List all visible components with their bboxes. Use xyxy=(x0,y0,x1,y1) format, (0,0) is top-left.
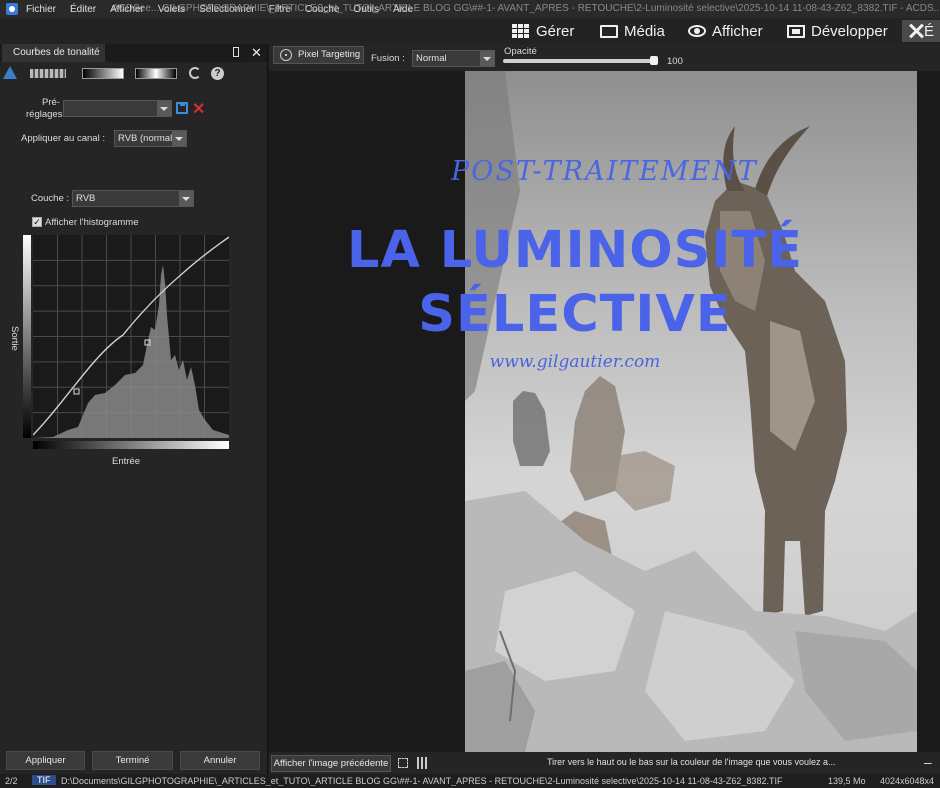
channel-label: Appliquer au canal : xyxy=(21,133,105,144)
chevron-down-icon xyxy=(480,51,494,66)
chevron-down-icon xyxy=(157,101,171,116)
mode-view-button[interactable]: Afficher xyxy=(688,20,763,42)
window-title: ACDSee... GILGPHOTOGRAPHIE\_ARTICLES_et_… xyxy=(112,3,940,14)
done-button[interactable]: Terminé xyxy=(92,751,173,770)
mode-edit-label: É xyxy=(923,22,934,40)
menu-bar: Fichier Éditer Afficher Volets Sélection… xyxy=(0,0,940,18)
eyedropper-icon[interactable] xyxy=(30,69,66,78)
chevron-down-icon xyxy=(179,191,193,206)
histogram-checkbox[interactable]: ✓ xyxy=(32,217,42,227)
fit-to-screen-icon[interactable] xyxy=(398,758,408,768)
overlay-title-line-2: SÉLECTIVE xyxy=(418,285,732,344)
refresh-icon[interactable] xyxy=(189,67,201,79)
delete-icon[interactable]: ✕ xyxy=(192,99,205,119)
status-hint: Tirer vers le haut ou le bas sur la coul… xyxy=(547,757,836,767)
mode-view-label: Afficher xyxy=(712,22,763,40)
grid-icon xyxy=(512,24,530,38)
cancel-button[interactable]: Annuler xyxy=(180,751,260,770)
media-icon xyxy=(600,24,618,38)
output-label: Sortie xyxy=(9,326,20,351)
opacity-slider-handle[interactable] xyxy=(650,56,658,65)
format-badge: TIF xyxy=(32,775,56,785)
histogram-label: Afficher l'histogramme xyxy=(45,217,139,228)
gradient-mid-icon[interactable] xyxy=(135,68,177,79)
panel-toolbar: ? xyxy=(0,64,268,84)
apply-button[interactable]: Appliquer xyxy=(6,751,85,770)
overlay-title-line-1: LA LUMINOSITÉ xyxy=(347,221,803,280)
develop-icon xyxy=(787,24,805,38)
tone-curves-panel: Courbes de tonalité ✕ ? Pré- réglages ✕ … xyxy=(0,44,268,774)
image-count: 2/2 xyxy=(5,776,18,786)
collapse-icon[interactable]: – xyxy=(924,754,932,770)
opacity-label: Opacité xyxy=(504,46,537,57)
blend-label: Fusion : xyxy=(371,53,405,64)
eye-icon xyxy=(688,25,706,37)
save-icon[interactable] xyxy=(176,102,188,114)
chevron-down-icon xyxy=(172,131,186,146)
pixel-targeting-label: Pixel Targeting xyxy=(298,49,361,60)
presets-label-2: réglages xyxy=(26,109,63,120)
pin-icon[interactable] xyxy=(233,47,239,57)
menu-fichier[interactable]: Fichier xyxy=(26,4,56,15)
pixel-targeting-button[interactable]: Pixel Targeting xyxy=(273,46,364,64)
close-icon[interactable]: ✕ xyxy=(251,45,262,61)
overlay-url: www.gilgautier.com xyxy=(489,352,661,372)
previous-image-button[interactable]: Afficher l'image précédente xyxy=(271,755,391,772)
mode-develop-button[interactable]: Développer xyxy=(787,20,888,42)
file-path: D:\Documents\GILGPHOTOGRAPHIE\_ARTICLES_… xyxy=(61,776,783,786)
input-gradient-bar xyxy=(33,441,229,449)
menu-editer[interactable]: Éditer xyxy=(70,4,96,15)
help-icon[interactable]: ? xyxy=(211,67,224,80)
layer-label: Couche : xyxy=(31,193,70,204)
status-bar: 2/2 TIF D:\Documents\GILGPHOTOGRAPHIE\_A… xyxy=(0,774,940,788)
mode-bar: Gérer Média Afficher Développer É xyxy=(0,18,940,44)
viewer-toolbar: Pixel Targeting Fusion : Normal Opacité … xyxy=(269,44,940,71)
viewer-bottom-bar: Afficher l'image précédente Tirer vers l… xyxy=(269,752,940,774)
mode-media-label: Média xyxy=(624,22,665,40)
mode-edit-button[interactable]: É xyxy=(902,20,940,42)
mode-manage-label: Gérer xyxy=(536,22,575,40)
blend-value: Normal xyxy=(416,53,447,64)
presets-dropdown[interactable] xyxy=(63,100,172,117)
acdsee-app-icon[interactable] xyxy=(6,3,18,15)
mode-manage-button[interactable]: Gérer xyxy=(512,20,574,42)
channel-dropdown[interactable]: RVB (normal) xyxy=(114,130,187,147)
opacity-value: 100 xyxy=(667,56,683,67)
image-canvas[interactable]: POST-TRAITEMENT LA LUMINOSITÉ SÉLECTIVE … xyxy=(269,71,940,752)
tone-curve-graph[interactable] xyxy=(33,235,229,438)
file-size: 139,5 Mo xyxy=(828,776,866,786)
overlay-title: LA LUMINOSITÉ SÉLECTIVE xyxy=(269,219,881,347)
warning-icon[interactable] xyxy=(3,66,17,79)
presets-label-1: Pré- xyxy=(42,97,60,108)
gradient-black-white-icon[interactable] xyxy=(82,68,124,79)
layer-dropdown[interactable]: RVB xyxy=(72,190,194,207)
opacity-slider[interactable] xyxy=(503,59,655,63)
histogram-icon[interactable] xyxy=(417,757,429,769)
overlay-subtitle: POST-TRAITEMENT xyxy=(451,156,758,187)
tools-icon xyxy=(908,23,918,39)
blend-dropdown[interactable]: Normal xyxy=(412,50,495,67)
panel-tab-strip: Courbes de tonalité ✕ xyxy=(0,44,267,62)
layer-value: RVB xyxy=(76,193,96,204)
mode-media-button[interactable]: Média xyxy=(600,20,665,42)
target-icon xyxy=(280,49,292,61)
input-label: Entrée xyxy=(112,456,140,467)
mode-develop-label: Développer xyxy=(811,22,888,40)
channel-value: RVB (normal) xyxy=(118,133,176,144)
image-dimensions: 4024x6048x4 xyxy=(880,776,935,786)
tab-tone-curves[interactable]: Courbes de tonalité xyxy=(2,44,105,62)
output-gradient-bar xyxy=(23,235,31,438)
